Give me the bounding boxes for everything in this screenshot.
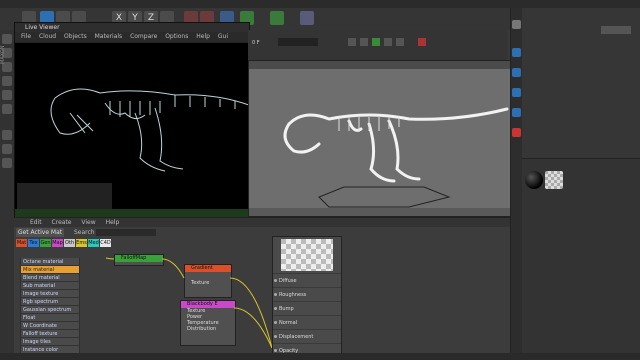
left-tool-palette: MAXON — [0, 30, 14, 355]
prev-frame-icon[interactable] — [360, 38, 368, 46]
frame-start[interactable]: 0 F — [252, 40, 260, 46]
vertical-tool-icon[interactable] — [512, 48, 521, 57]
live-viewer-title: Live Viewer — [15, 23, 249, 32]
go-start-icon[interactable] — [348, 38, 356, 46]
lv-menu-compare[interactable]: Compare — [130, 33, 157, 40]
material-preview — [281, 239, 333, 271]
status-bar — [0, 353, 640, 360]
channel-label: Normal — [279, 320, 298, 326]
locked-workplane-icon[interactable] — [2, 158, 12, 168]
object-tags[interactable] — [601, 26, 631, 34]
channel-socket[interactable] — [274, 293, 277, 296]
channel-socket[interactable] — [274, 335, 277, 338]
render-canvas[interactable] — [15, 43, 249, 213]
material-manager-menu — [524, 161, 639, 169]
material-manager — [522, 158, 640, 354]
lv-menu-materials[interactable]: Materials — [95, 33, 123, 40]
lv-menu-gui[interactable]: Gui — [218, 33, 228, 40]
lv-menu-file[interactable]: File — [21, 33, 31, 40]
right-tool-strip — [511, 8, 522, 353]
object-manager-menu — [525, 11, 639, 19]
channel-label: Diffuse — [279, 278, 297, 284]
node-editor: Edit Create View Help Get Active Mat Sea… — [14, 217, 510, 358]
trex-viewport-model — [283, 107, 509, 208]
channel-socket[interactable] — [274, 279, 277, 282]
snap-icon[interactable] — [2, 130, 12, 140]
nurbs-icon[interactable] — [270, 11, 284, 25]
go-end-icon[interactable] — [396, 38, 404, 46]
lv-menu-objects[interactable]: Objects — [64, 33, 87, 40]
channel-label: Displacement — [279, 334, 314, 340]
edge-mode-icon[interactable] — [2, 90, 12, 100]
viewport-footer — [249, 208, 511, 216]
viewport-menu — [249, 61, 511, 69]
material-channel[interactable]: Bump — [273, 301, 341, 315]
channel-label: Bump — [279, 306, 294, 312]
vertical-tool-icon[interactable] — [512, 20, 521, 29]
right-panel — [510, 8, 640, 354]
camera-icon[interactable] — [300, 11, 314, 25]
live-viewer-menu: File Cloud Objects Materials Compare Opt… — [15, 32, 249, 42]
lv-menu-cloud[interactable]: Cloud — [39, 33, 56, 40]
material-channel[interactable]: Roughness — [273, 287, 341, 301]
top-menu-bar — [0, 0, 640, 8]
vertical-tool-icon[interactable] — [512, 68, 521, 77]
material-swatch[interactable] — [525, 171, 543, 189]
material-channel[interactable]: Normal — [273, 315, 341, 329]
channel-socket[interactable] — [274, 321, 277, 324]
channel-socket[interactable] — [274, 349, 277, 352]
vertical-tool-icon[interactable] — [512, 108, 521, 117]
lv-menu-help[interactable]: Help — [196, 33, 210, 40]
material-output-node[interactable]: Diffuse Roughness Bump Normal Displaceme… — [272, 236, 342, 358]
frame-slider[interactable] — [278, 38, 318, 46]
workplane-icon[interactable] — [2, 144, 12, 154]
material-swatch[interactable] — [545, 171, 563, 189]
material-channel[interactable]: Diffuse — [273, 273, 341, 287]
vertical-tool-icon[interactable] — [512, 128, 521, 137]
lv-menu-options[interactable]: Options — [165, 33, 188, 40]
channel-label: Roughness — [279, 292, 307, 298]
next-frame-icon[interactable] — [384, 38, 392, 46]
perspective-viewport[interactable] — [248, 60, 512, 217]
record-icon[interactable] — [418, 38, 426, 46]
channel-socket[interactable] — [274, 307, 277, 310]
play-icon[interactable] — [372, 38, 380, 46]
timeline-transport: 0 F — [248, 30, 508, 60]
vertical-tool-icon[interactable] — [512, 88, 521, 97]
maxon-logo: MAXON — [0, 45, 6, 65]
material-channel[interactable]: Displacement — [273, 329, 341, 343]
live-viewer-window: Live Viewer File Cloud Objects Materials… — [14, 22, 250, 219]
node-wires — [105, 257, 273, 349]
polygon-mode-icon[interactable] — [2, 104, 12, 114]
